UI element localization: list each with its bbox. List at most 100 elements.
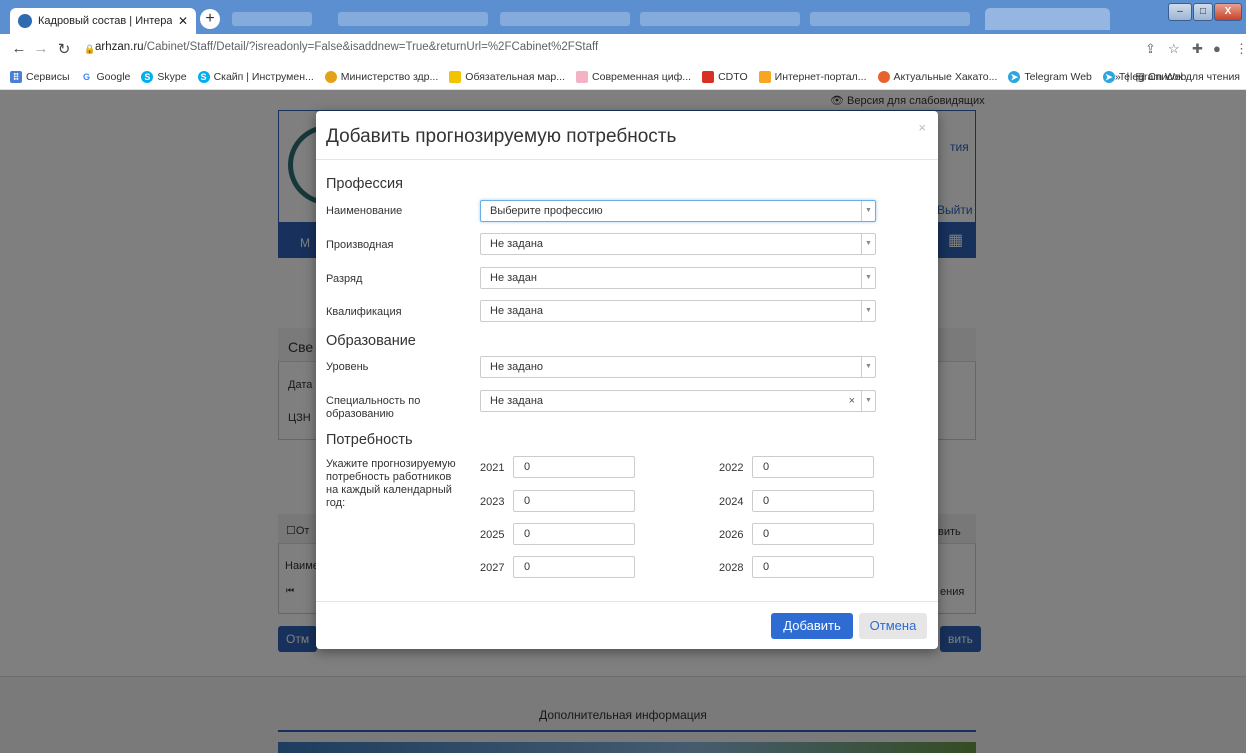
telegram-icon: ➤ (1008, 70, 1021, 83)
back-icon[interactable]: ← (8, 40, 30, 57)
bookmark-label: Skype (157, 70, 187, 83)
qualification-select-value: Не задана (490, 305, 544, 317)
digital-icon (576, 70, 589, 83)
year-label: 2028 (719, 562, 744, 574)
skype-icon: S (141, 70, 154, 83)
bookmark-google[interactable]: G Google (80, 70, 131, 83)
browser-tab[interactable] (500, 12, 630, 26)
add-button[interactable]: Добавить (771, 613, 853, 639)
emblem-icon (324, 70, 337, 83)
bookmark-label: Современная циф... (592, 70, 692, 83)
browser-tab[interactable] (985, 8, 1110, 30)
clear-icon[interactable]: × (849, 391, 855, 411)
specialty-select[interactable]: Не задана × ▼ (480, 390, 876, 412)
demand-hint: Укажите прогнозируемую потребность работ… (326, 458, 456, 509)
specialty-select-value: Не задана (490, 395, 544, 407)
browser-tab-bar: Кадровый состав | Интерактив ✕ + – □ X (0, 0, 1246, 34)
demand-input-2027[interactable]: 0 (513, 556, 635, 578)
specialty-label: Специальность по образованию (326, 395, 421, 420)
demand-input-2025[interactable]: 0 (513, 523, 635, 545)
google-icon: G (80, 70, 93, 83)
url-host: arhzan.ru (95, 41, 144, 53)
bookmark-cdto[interactable]: CDTO (702, 70, 748, 83)
demand-input-2024[interactable]: 0 (752, 490, 874, 512)
cancel-button[interactable]: Отмена (859, 613, 927, 639)
bookmark-label: Google (96, 70, 131, 83)
marking-icon (449, 70, 462, 83)
extensions-icon[interactable]: ✚ (1192, 41, 1203, 57)
bookmark-hackathons[interactable]: Актуальные Хакато... (877, 70, 997, 83)
address-bar: ← → ↻ 🔒 arhzan.ru/Cabinet/Staff/Detail/?… (0, 34, 1246, 64)
window-close-icon[interactable]: X (1214, 3, 1242, 21)
reload-icon[interactable]: ↻ (53, 40, 75, 58)
demand-input-2022[interactable]: 0 (752, 456, 874, 478)
menu-icon[interactable]: ⋮ (1235, 41, 1246, 57)
chevron-down-icon: ▼ (861, 268, 875, 288)
bookmark-digital[interactable]: Современная циф... (576, 70, 692, 83)
chevron-down-icon: ▼ (861, 301, 875, 321)
browser-tab[interactable] (338, 12, 488, 26)
browser-tab[interactable] (232, 12, 312, 26)
bookmark-skype[interactable]: S Skype (141, 70, 187, 83)
bookmark-label: Telegram Web (1024, 70, 1092, 83)
modal-close-icon[interactable]: × (918, 120, 926, 135)
share-icon[interactable]: ⇪ (1145, 41, 1156, 57)
year-label: 2026 (719, 529, 744, 541)
derivative-label: Производная (326, 239, 394, 251)
education-level-label: Уровень (326, 361, 369, 373)
derivative-select[interactable]: Не задана ▼ (480, 233, 876, 255)
browser-tab[interactable] (810, 12, 970, 26)
forward-icon[interactable]: → (30, 40, 52, 57)
skype-icon: S (197, 70, 210, 83)
star-icon[interactable]: ☆ (1168, 41, 1180, 57)
bookmark-apps[interactable]: ⠿ Сервисы (10, 70, 70, 83)
profile-icon[interactable]: ● (1213, 41, 1221, 56)
grade-select-value: Не задан (490, 272, 537, 284)
bookmark-marking[interactable]: Обязательная мар... (449, 70, 565, 83)
browser-tab[interactable] (640, 12, 800, 26)
chevron-down-icon: ▼ (861, 357, 875, 377)
chevron-down-icon: ▼ (861, 234, 875, 254)
modal-footer-divider (316, 601, 938, 602)
minimize-icon[interactable]: – (1168, 3, 1192, 21)
bookmark-portal[interactable]: Интернет-портал... (758, 70, 867, 83)
hackathon-icon (877, 70, 890, 83)
bookmark-ministry[interactable]: Министерство здр... (324, 70, 438, 83)
grade-label: Разряд (326, 273, 363, 285)
year-label: 2022 (719, 462, 744, 474)
cdto-icon (702, 70, 715, 83)
reading-list[interactable]: » | ▤ Список для чтения (1115, 71, 1240, 83)
year-label: 2021 (480, 462, 505, 474)
demand-input-2028[interactable]: 0 (752, 556, 874, 578)
qualification-label: Квалификация (326, 306, 402, 318)
year-label: 2023 (480, 496, 505, 508)
browser-tab-active[interactable]: Кадровый состав | Интерактив ✕ (10, 8, 196, 34)
demand-input-2023[interactable]: 0 (513, 490, 635, 512)
qualification-select[interactable]: Не задана ▼ (480, 300, 876, 322)
reading-list-icon: ▤ (1135, 71, 1146, 83)
apps-icon: ⠿ (10, 70, 22, 83)
demand-input-2026[interactable]: 0 (752, 523, 874, 545)
chevron-down-icon: ▼ (861, 391, 875, 411)
education-heading: Образование (326, 333, 416, 349)
bookmark-skype-tools[interactable]: S Скайп | Инструмен... (197, 70, 314, 83)
profession-name-label: Наименование (326, 205, 403, 217)
maximize-icon[interactable]: □ (1193, 3, 1213, 21)
reading-list-label: Список для чтения (1147, 71, 1240, 83)
profession-select[interactable]: Выберите профессию ▼ (480, 200, 876, 222)
telegram-icon: ➤ (1102, 70, 1115, 83)
url-field[interactable]: arhzan.ru/Cabinet/Staff/Detail/?isreadon… (95, 41, 598, 53)
demand-input-2021[interactable]: 0 (513, 456, 635, 478)
tab-close-icon[interactable]: ✕ (178, 14, 188, 28)
tab-title: Кадровый состав | Интерактив (38, 15, 172, 27)
bookmark-label: Интернет-портал... (774, 70, 867, 83)
grade-select[interactable]: Не задан ▼ (480, 267, 876, 289)
site-favicon-icon (18, 14, 32, 28)
bookmark-label: Сервисы (26, 70, 70, 83)
bookmark-telegram[interactable]: ➤ Telegram Web (1008, 70, 1092, 83)
bookmark-label: CDTO (718, 70, 748, 83)
year-label: 2027 (480, 562, 505, 574)
new-tab-button[interactable]: + (200, 9, 220, 29)
portal-icon (758, 70, 771, 83)
education-level-select[interactable]: Не задано ▼ (480, 356, 876, 378)
